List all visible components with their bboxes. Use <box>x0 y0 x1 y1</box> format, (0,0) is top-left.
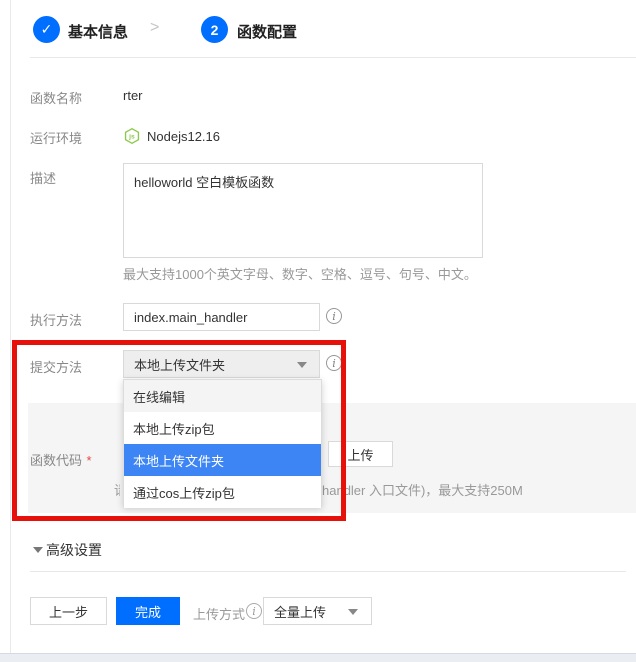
function-config-page: ✓ 基本信息 > 2 函数配置 函数名称 rter 运行环境 js Nodejs… <box>0 0 636 662</box>
handler-label: 执行方法 <box>30 310 82 329</box>
chevron-right-icon: > <box>150 19 159 37</box>
step2-number-badge: 2 <box>201 16 228 43</box>
footer-divider <box>30 571 626 572</box>
dropdown-option-local-folder[interactable]: 本地上传文件夹 <box>124 444 321 476</box>
submit-method-select[interactable]: 本地上传文件夹 <box>123 350 320 378</box>
code-tip-text: handler 入口文件)，最大支持250M <box>322 480 523 499</box>
advanced-settings-toggle[interactable]: 高级设置 <box>46 540 102 560</box>
step1-label: 基本信息 <box>68 21 128 42</box>
done-label: 完成 <box>135 602 161 621</box>
info-glyph: i <box>332 310 336 323</box>
handler-info-icon[interactable]: i <box>326 308 342 324</box>
header-divider <box>30 57 636 58</box>
function-code-label-text: 函数代码 <box>30 453 82 468</box>
description-hint: 最大支持1000个英文字母、数字、空格、逗号、句号、中文。 <box>123 264 477 283</box>
info-glyph: i <box>332 357 336 370</box>
description-textarea[interactable]: helloworld 空白模板函数 <box>123 163 483 258</box>
collapse-triangle-icon <box>33 547 43 553</box>
function-name-value: rter <box>123 88 143 103</box>
upload-mode-label: 上传方式 <box>193 604 245 623</box>
upload-button[interactable]: 上传 <box>328 441 393 467</box>
handler-value: index.main_handler <box>134 310 247 325</box>
runtime-value: Nodejs12.16 <box>147 129 220 144</box>
upload-mode-info-icon[interactable]: i <box>246 603 262 619</box>
submit-method-dropdown: 在线编辑 本地上传zip包 本地上传文件夹 通过cos上传zip包 <box>123 379 322 507</box>
previous-step-button[interactable]: 上一步 <box>30 597 107 625</box>
upload-button-label: 上传 <box>347 445 373 464</box>
step2-label: 函数配置 <box>237 21 297 42</box>
chevron-down-icon <box>297 362 307 368</box>
description-value: helloworld 空白模板函数 <box>134 175 274 190</box>
step2-number: 2 <box>211 22 219 38</box>
page-bottom-strip <box>0 653 636 662</box>
step1-done-icon: ✓ <box>33 16 60 43</box>
info-glyph: i <box>252 605 256 618</box>
handler-input[interactable]: index.main_handler <box>123 303 320 331</box>
required-asterisk: * <box>86 453 91 468</box>
done-button[interactable]: 完成 <box>116 597 180 625</box>
dropdown-option-local-zip[interactable]: 本地上传zip包 <box>124 412 321 444</box>
dropdown-option-online-edit[interactable]: 在线编辑 <box>124 380 321 412</box>
code-tip-clipped: 请 <box>114 480 120 496</box>
dropdown-option-cos-zip[interactable]: 通过cos上传zip包 <box>124 476 321 508</box>
check-icon: ✓ <box>41 21 53 38</box>
upload-mode-select[interactable]: 全量上传 <box>263 597 372 625</box>
function-code-label: 函数代码 * <box>30 450 92 470</box>
function-name-label: 函数名称 <box>30 88 82 107</box>
chevron-down-icon <box>348 609 358 615</box>
runtime-label: 运行环境 <box>30 128 82 147</box>
svg-text:js: js <box>128 134 135 141</box>
nodejs-icon: js <box>123 127 141 145</box>
submit-method-value: 本地上传文件夹 <box>134 355 225 374</box>
submit-method-label: 提交方法 <box>30 357 82 376</box>
submit-method-info-icon[interactable]: i <box>326 355 342 371</box>
description-label: 描述 <box>30 168 56 187</box>
upload-mode-value: 全量上传 <box>274 602 326 621</box>
previous-step-label: 上一步 <box>49 602 88 621</box>
panel-left-border <box>10 0 11 653</box>
